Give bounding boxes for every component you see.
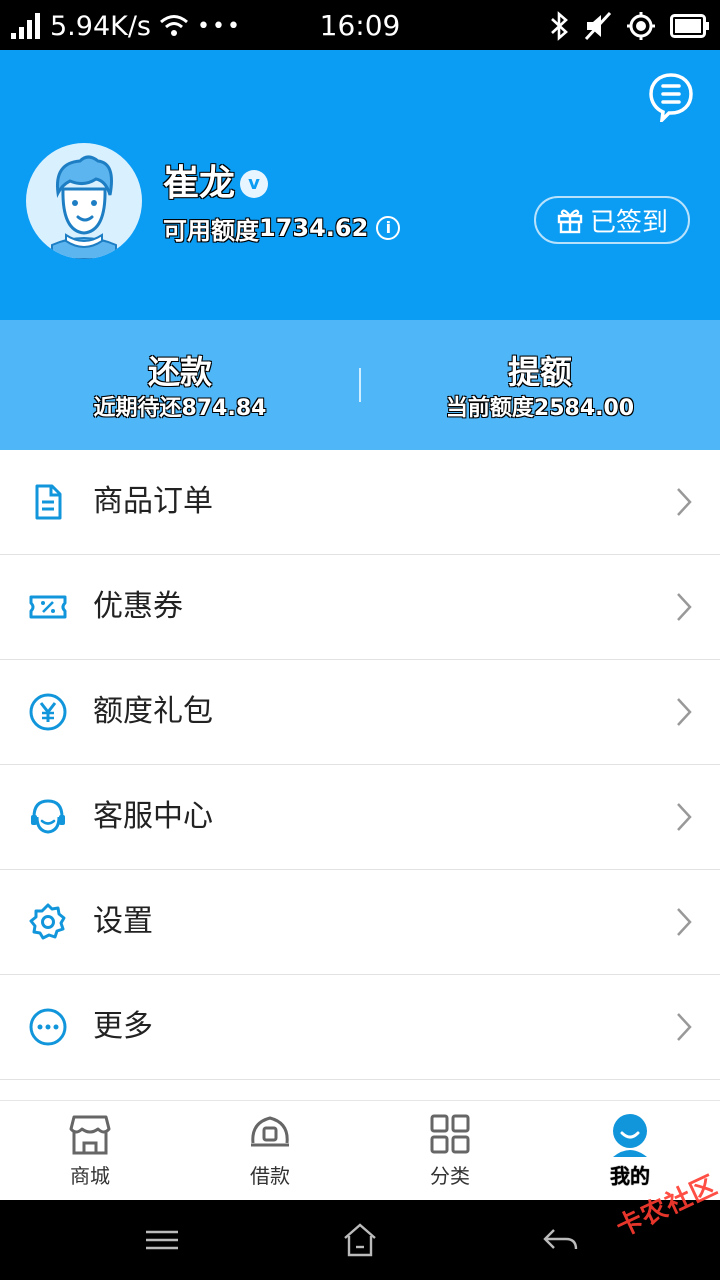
menu-item-settings[interactable]: 设置	[0, 870, 720, 975]
avatar-face-icon	[51, 155, 117, 259]
gift-icon	[557, 209, 583, 234]
status-bar: 5.94K/s ••• 16:09	[0, 0, 720, 50]
menu-item-more[interactable]: 更多	[0, 975, 720, 1080]
profile-icon	[613, 1114, 647, 1157]
tab-category[interactable]: 分类	[360, 1101, 540, 1201]
coupon-icon	[29, 595, 67, 619]
gear-icon	[29, 903, 66, 940]
raise-limit-sub: 当前额度2584.00	[360, 394, 720, 424]
chevron-right-icon	[677, 908, 692, 936]
menu-label-coupons: 优惠券	[93, 589, 183, 624]
home-icon[interactable]	[340, 1220, 380, 1260]
tab-loan[interactable]: 借款	[180, 1101, 360, 1201]
sign-in-button[interactable]: 已签到	[534, 196, 690, 244]
back-icon[interactable]	[540, 1220, 580, 1260]
screen: 5.94K/s ••• 16:09 崔龙 v 可用额度 1734.62 i 已签…	[0, 0, 720, 1280]
message-icon[interactable]	[648, 72, 694, 122]
menu-list: 商品订单 优惠券 额度礼包 客服中心 设置 更多	[0, 450, 720, 1080]
credit-label: 可用额度	[163, 216, 259, 245]
menu-label-credit-pack: 额度礼包	[93, 694, 213, 729]
repay-sub-value: 874.84	[181, 396, 267, 421]
avatar[interactable]	[26, 143, 142, 259]
repay-block[interactable]: 还款 近期待还874.84	[0, 350, 360, 424]
profile-header: 崔龙 v 可用额度 1734.62 i 已签到	[0, 50, 720, 320]
menu-label-orders: 商品订单	[93, 484, 213, 519]
chevron-right-icon	[677, 593, 692, 621]
chevron-right-icon	[677, 698, 692, 726]
store-icon	[69, 1115, 111, 1155]
tab-store[interactable]: 商城	[0, 1101, 180, 1201]
menu-label-more: 更多	[93, 1009, 153, 1044]
chevron-right-icon	[677, 488, 692, 516]
location-icon	[627, 12, 655, 40]
raise-limit-sub-label: 当前额度	[445, 396, 534, 421]
grid-icon	[430, 1114, 470, 1154]
yen-icon	[29, 693, 67, 731]
headset-icon	[31, 799, 65, 834]
tab-label-category: 分类	[430, 1164, 470, 1188]
repay-title: 还款	[147, 353, 212, 391]
menu-item-credit-pack[interactable]: 额度礼包	[0, 660, 720, 765]
stats-strip: 还款 近期待还874.84 提额 当前额度2584.00	[0, 320, 720, 450]
bottom-tab-bar: 商城 借款 分类 我的	[0, 1100, 720, 1200]
repay-sub-label: 近期待还	[93, 396, 182, 421]
coin-icon	[251, 1116, 289, 1147]
info-icon[interactable]: i	[376, 216, 401, 240]
status-right	[548, 8, 710, 44]
chevron-right-icon	[677, 803, 692, 831]
repay-sub: 近期待还874.84	[0, 394, 360, 424]
menu-item-coupons[interactable]: 优惠券	[0, 555, 720, 660]
raise-limit-title: 提额	[507, 353, 572, 391]
tab-label-loan: 借款	[250, 1164, 290, 1188]
raise-limit-sub-value: 2584.00	[533, 396, 635, 421]
credit-value: 1734.62	[259, 214, 369, 242]
battery-icon	[670, 14, 709, 38]
menu-icon[interactable]	[142, 1220, 182, 1260]
menu-item-orders[interactable]: 商品订单	[0, 450, 720, 555]
chevron-right-icon	[677, 1013, 692, 1041]
available-credit: 可用额度 1734.62 i	[163, 210, 401, 246]
bluetooth-icon	[551, 11, 568, 41]
menu-label-settings: 设置	[93, 904, 153, 939]
menu-item-customer-service[interactable]: 客服中心	[0, 765, 720, 870]
user-name: 崔龙	[163, 163, 236, 204]
sign-in-label: 已签到	[589, 207, 668, 238]
tab-label-store: 商城	[70, 1164, 110, 1188]
document-icon	[35, 484, 62, 520]
menu-label-customer-service: 客服中心	[93, 799, 213, 834]
verified-badge-icon: v	[240, 170, 268, 198]
mute-icon	[584, 11, 612, 41]
more-icon	[29, 1008, 67, 1046]
raise-limit-block[interactable]: 提额 当前额度2584.00	[360, 350, 720, 424]
